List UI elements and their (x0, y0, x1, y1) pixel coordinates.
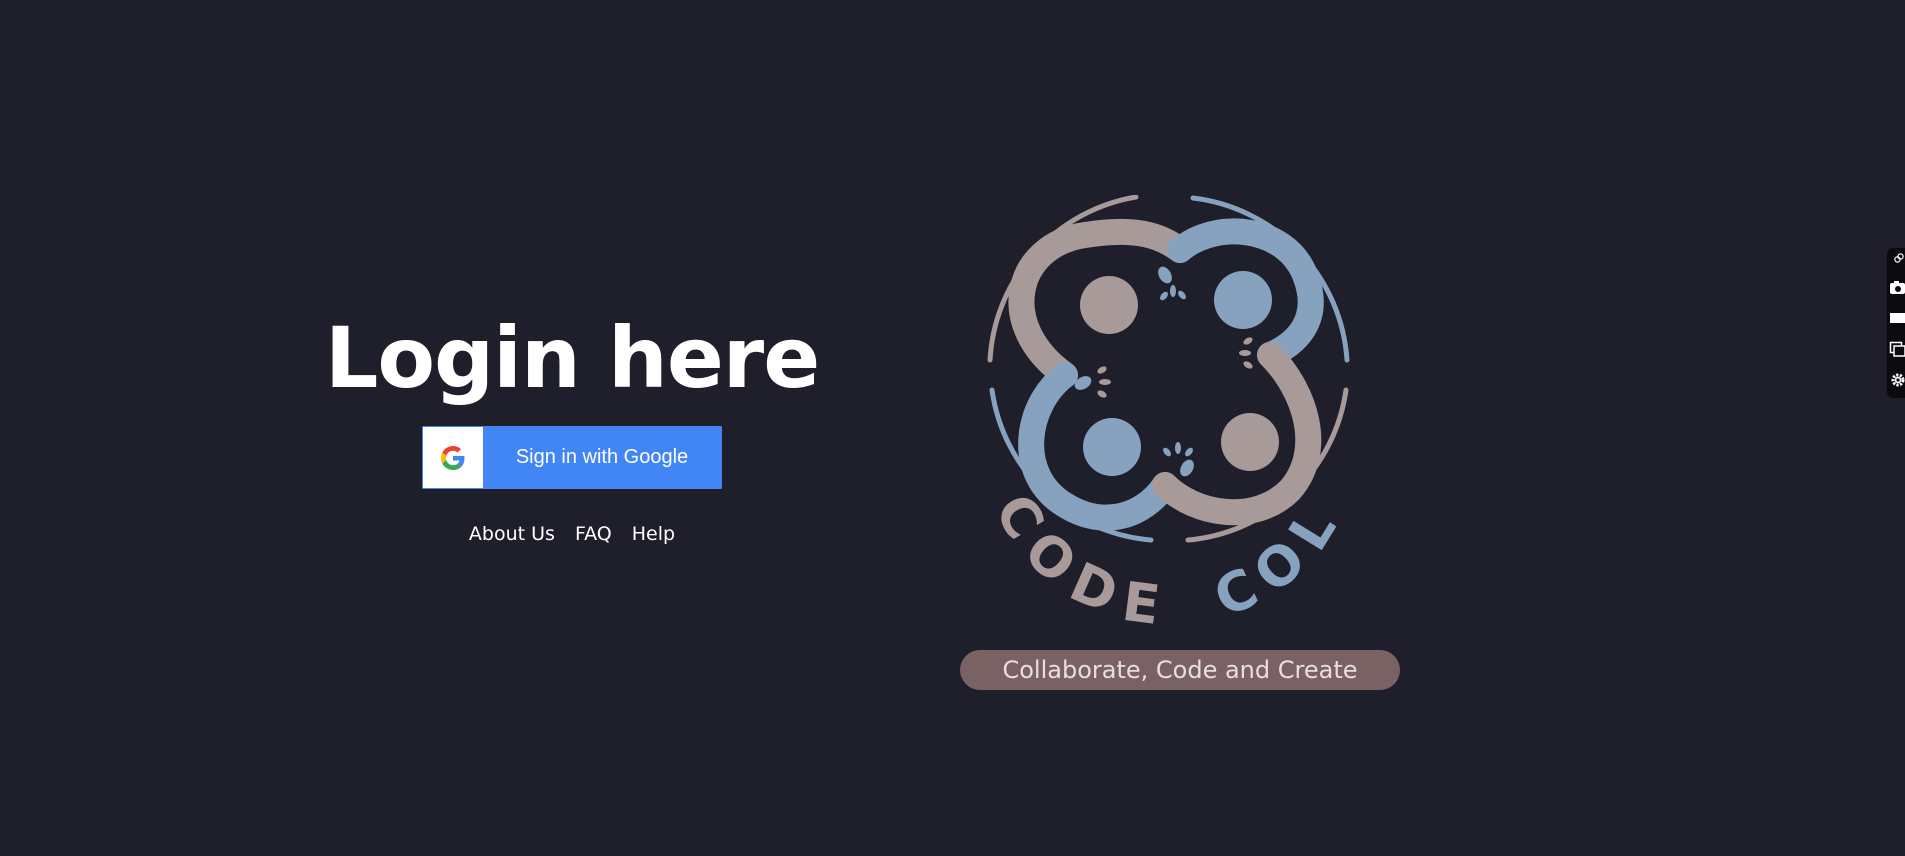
rectangle-icon[interactable] (1889, 310, 1905, 326)
login-page: Login here Sign in with Google About Us … (0, 0, 1905, 856)
gear-icon[interactable] (1889, 372, 1905, 388)
faq-link[interactable]: FAQ (575, 523, 612, 545)
google-sign-in-button[interactable]: Sign in with Google (422, 426, 722, 489)
google-icon-container (423, 427, 483, 488)
google-sign-in-label: Sign in with Google (515, 446, 689, 468)
help-link[interactable]: Help (632, 523, 675, 545)
camera-icon[interactable] (1889, 279, 1905, 295)
window-icon[interactable] (1889, 341, 1905, 357)
page-title: Login here (324, 309, 820, 407)
logo-person-head (1080, 276, 1138, 334)
google-icon (441, 445, 465, 470)
about-us-link[interactable]: About Us (469, 523, 555, 545)
logo-person-head (1083, 418, 1141, 476)
logo-hand-accents (1163, 442, 1193, 457)
logo-tagline: Collaborate, Code and Create (1002, 656, 1357, 684)
logo-hand-accents (1097, 337, 1276, 398)
code-collab-logo: CODE COLLAB Collaborate, Code and Create (955, 195, 1400, 690)
link-icon[interactable] (1893, 252, 1905, 264)
footer-links: About Us FAQ Help (469, 523, 675, 545)
logo-person-head (1214, 271, 1272, 329)
side-toolbar (1887, 248, 1905, 398)
logo-person-head (1221, 413, 1279, 471)
login-panel: Login here Sign in with Google About Us … (325, 310, 820, 545)
